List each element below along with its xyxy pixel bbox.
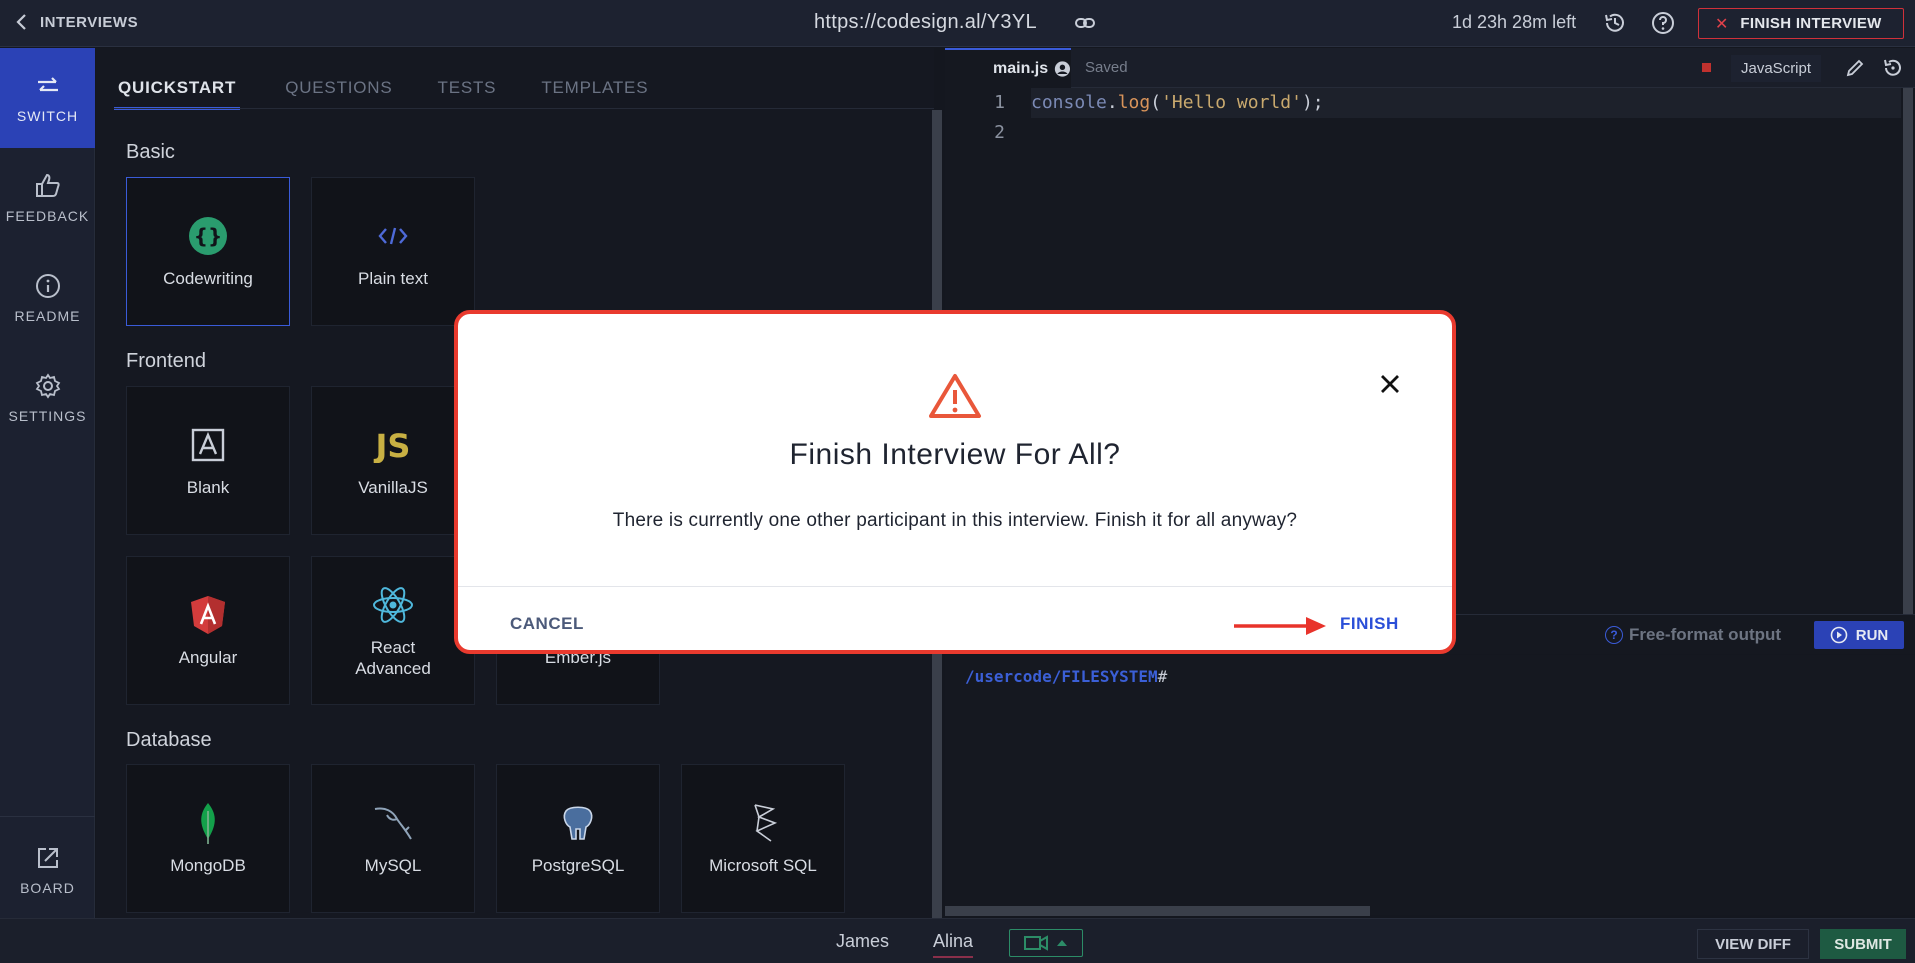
arrow-right-icon: [1234, 617, 1326, 635]
close-icon[interactable]: [1378, 372, 1402, 396]
finish-button[interactable]: FINISH: [1340, 614, 1399, 634]
warning-icon: [929, 374, 981, 418]
dialog-message: There is currently one other participant…: [612, 510, 1298, 531]
finish-interview-dialog: Finish Interview For All? There is curre…: [454, 310, 1456, 654]
dialog-title: Finish Interview For All?: [789, 438, 1121, 471]
dialog-divider: [458, 586, 1452, 587]
cancel-button[interactable]: CANCEL: [510, 614, 584, 634]
